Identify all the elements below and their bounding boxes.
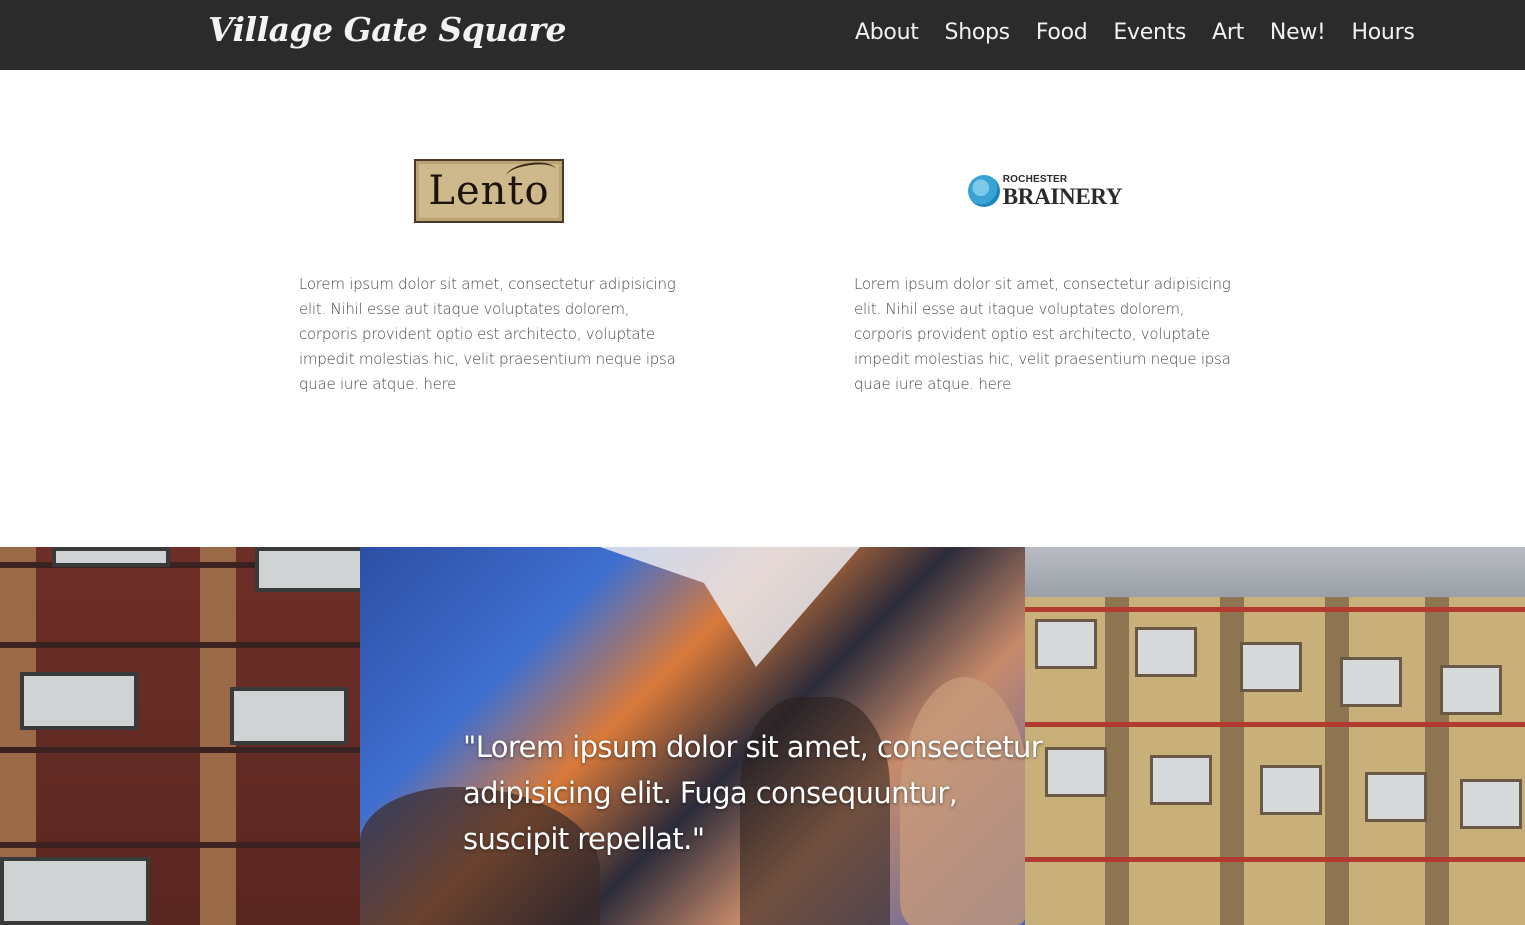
building-window [20,672,138,730]
partner-link[interactable]: here [978,375,1011,393]
partner-description-text: Lorem ipsum dolor sit amet, consectetur … [299,275,676,393]
building-pillar [1325,597,1349,925]
brand-logo-link[interactable]: Village Gate Square [208,10,567,49]
brainery-logo-text: ROCHESTER BRAINERY [1002,173,1123,209]
partner-logo-wrap: Lento [299,159,679,223]
building-window [1240,642,1302,692]
nav-link-shops[interactable]: Shops [945,20,1011,45]
building-pillar [1425,597,1449,925]
building-window [1460,779,1522,829]
nav-link-about[interactable]: About [855,20,919,45]
nav-link-food[interactable]: Food [1036,20,1088,45]
lento-logo[interactable]: Lento [414,159,564,223]
partner-link[interactable]: here [423,375,456,393]
building-window [1035,619,1097,669]
building-window [255,547,373,592]
brainery-logo[interactable]: ROCHESTER BRAINERY [967,159,1123,223]
nav-link-events[interactable]: Events [1113,20,1186,45]
building-window [0,857,150,925]
partner-description: Lorem ipsum dolor sit amet, consectetur … [299,272,684,397]
building-right [1025,547,1525,925]
brainery-logo-big: BRAINERY [1002,183,1123,209]
building-window [230,687,348,745]
building-band [1025,607,1525,612]
hero-quote: "Lorem ipsum dolor sit amet, consectetur… [463,730,1043,856]
building-window [52,547,170,567]
partner-description: Lorem ipsum dolor sit amet, consectetur … [854,272,1239,397]
brain-icon [967,175,1000,207]
sky [1025,547,1525,597]
nav-link-hours[interactable]: Hours [1352,20,1415,45]
building-band [1025,857,1525,862]
partner-logo-wrap: ROCHESTER BRAINERY [854,159,1234,223]
building-window [1150,755,1212,805]
building-window [1135,627,1197,677]
nav-link-art[interactable]: Art [1212,20,1244,45]
building-window [1260,765,1322,815]
nav-link-new[interactable]: New! [1270,20,1326,45]
building-window [1440,665,1502,715]
mural-shape [600,547,860,667]
building-band [1025,722,1525,727]
top-navigation-bar: Village Gate Square About Shops Food Eve… [0,0,1525,70]
building-window [1365,772,1427,822]
building-window [1340,657,1402,707]
main-nav: About Shops Food Events Art New! Hours [855,20,1415,45]
building-pillar [1105,597,1129,925]
brainery-logo-small: ROCHESTER [1002,173,1068,185]
partner-description-text: Lorem ipsum dolor sit amet, consectetur … [854,275,1231,393]
